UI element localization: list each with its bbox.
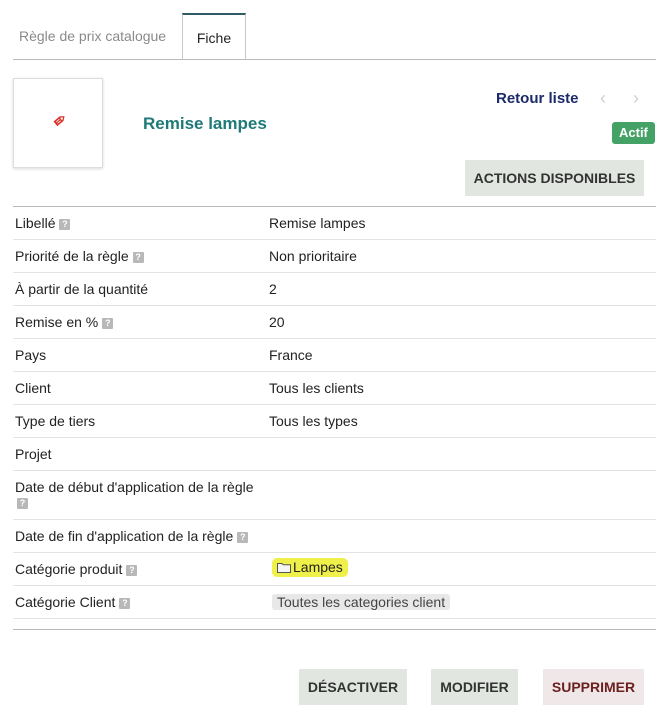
field-label: Date de début d'application de la règle [15,479,254,495]
product-category-label: Lampes [293,559,343,575]
field-label: Projet [15,446,52,462]
field-row-customer: Client Tous les clients [13,372,656,405]
tab-card[interactable]: Fiche [182,13,246,60]
field-row-discount: Remise en %? 20 [13,306,656,339]
tab-divider [13,59,656,60]
chevron-right-icon[interactable]: › [633,88,639,109]
fields-table: Libellé? Remise lampes Priorité de la rè… [13,206,656,619]
field-label: Type de tiers [15,413,96,429]
chevron-left-icon[interactable]: ‹ [600,88,606,109]
help-icon[interactable]: ? [132,251,144,263]
field-label: Priorité de la règle [15,248,129,264]
available-actions-button[interactable]: ACTIONS DISPONIBLES [465,160,644,196]
tab-bar: Règle de prix catalogue Fiche [0,0,656,60]
help-icon[interactable]: ? [237,531,249,543]
field-value: Tous les types [269,413,358,429]
help-icon[interactable]: ? [102,317,114,329]
field-label: Pays [15,347,47,363]
field-row-country: Pays France [13,339,656,372]
status-badge: Actif [612,122,655,144]
field-row-end-date: Date de fin d'application de la règle? [13,520,656,553]
field-label: Date de fin d'application de la règle [15,528,234,544]
help-icon[interactable]: ? [59,218,71,230]
field-label: À partir de la quantité [15,281,149,297]
field-value: 20 [269,314,285,330]
field-value: 2 [269,281,277,297]
page-title: Remise lampes [143,114,267,133]
field-row-product-category: Catégorie produit? Lampes [13,553,656,586]
help-icon[interactable]: ? [17,498,28,509]
field-label: Libellé [15,215,56,231]
field-row-priority: Priorité de la règle? Non prioritaire [13,240,656,273]
object-photo [13,78,103,168]
field-label: Catégorie produit [15,561,123,577]
field-row-label: Libellé? Remise lampes [13,207,656,240]
field-row-start-date: Date de début d'application de la règle? [13,471,656,520]
customer-category-tag: Toutes les categories client [272,594,451,610]
field-value: Remise lampes [269,215,366,231]
field-row-thirdparty-type: Type de tiers Tous les types [13,405,656,438]
field-value: Non prioritaire [269,248,357,264]
field-label: Client [15,380,51,396]
help-icon[interactable]: ? [119,597,131,609]
field-label: Remise en % [15,314,99,330]
tab-price-rule[interactable]: Règle de prix catalogue [13,13,177,60]
folder-icon [277,563,291,573]
product-category-tag[interactable]: Lampes [272,558,348,577]
field-label: Catégorie Client [15,594,116,610]
modify-button[interactable]: MODIFIER [431,669,518,705]
section-divider [13,629,656,630]
field-row-customer-category: Catégorie Client? Toutes les categories … [13,586,656,619]
field-value: France [269,347,313,363]
back-to-list-link[interactable]: Retour liste [496,90,579,107]
field-row-min-quantity: À partir de la quantité 2 [13,273,656,306]
deactivate-button[interactable]: DÉSACTIVER [299,669,407,705]
delete-button[interactable]: SUPPRIMER [543,669,644,705]
help-icon[interactable]: ? [126,564,138,576]
field-value: Tous les clients [269,380,364,396]
price-tag-icon [53,116,65,127]
field-row-project: Projet [13,438,656,471]
